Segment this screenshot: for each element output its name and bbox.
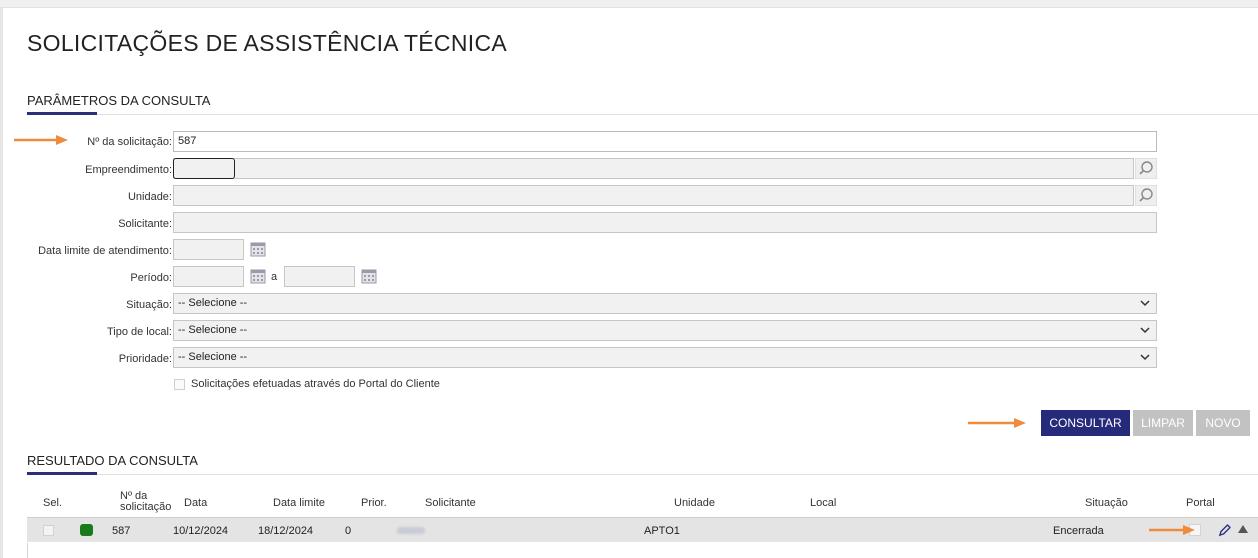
cell-numero: 587 bbox=[112, 525, 131, 537]
empreendimento-label: Empreendimento: bbox=[85, 164, 172, 176]
col-local: Local bbox=[810, 497, 837, 509]
solicitante-input[interactable] bbox=[173, 212, 1157, 233]
unidade-search-icon[interactable] bbox=[1135, 185, 1157, 206]
annotation-arrow-icon bbox=[1149, 525, 1195, 535]
table-body-area bbox=[27, 543, 1258, 558]
empreendimento-input[interactable] bbox=[173, 158, 1134, 179]
data-limite-label: Data limite de atendimento: bbox=[38, 245, 172, 257]
row-select-checkbox[interactable] bbox=[43, 525, 54, 536]
periodo-fim-calendar-icon[interactable] bbox=[359, 266, 379, 286]
portal-cliente-checkbox[interactable] bbox=[174, 379, 185, 390]
consultar-button[interactable]: CONSULTAR bbox=[1041, 410, 1130, 436]
solicitante-label: Solicitante: bbox=[118, 218, 172, 230]
periodo-label: Período: bbox=[130, 272, 172, 284]
empreendimento-search-icon[interactable] bbox=[1135, 158, 1157, 179]
chevron-down-icon bbox=[1140, 300, 1150, 307]
cell-situacao: Encerrada bbox=[1053, 525, 1104, 537]
cell-data-limite: 18/12/2024 bbox=[258, 525, 314, 537]
table-row[interactable]: 587 10/12/2024 18/12/2024 0 APTO1 Encerr… bbox=[27, 517, 1258, 542]
col-prior: Prior. bbox=[361, 497, 387, 509]
annotation-arrow-icon bbox=[968, 418, 1026, 428]
col-data: Data bbox=[184, 497, 208, 509]
situacao-select-value: -- Selecione -- bbox=[178, 297, 248, 309]
chevron-down-icon bbox=[1140, 327, 1150, 334]
status-indicator-icon bbox=[80, 524, 93, 536]
prioridade-label: Prioridade: bbox=[118, 353, 172, 365]
cell-unidade: APTO1 bbox=[644, 525, 680, 537]
situacao-label: Situação: bbox=[126, 299, 172, 311]
tipo-local-label: Tipo de local: bbox=[106, 326, 172, 338]
col-portal: Portal bbox=[1186, 497, 1215, 509]
col-unidade: Unidade bbox=[674, 497, 715, 509]
prioridade-select-value: -- Selecione -- bbox=[178, 351, 248, 363]
params-section-underline bbox=[27, 112, 97, 115]
periodo-inicio-input[interactable] bbox=[173, 266, 244, 287]
portal-cliente-checkbox-label: Solicitações efetuadas através do Portal… bbox=[191, 378, 440, 390]
prioridade-select[interactable]: -- Selecione -- bbox=[173, 347, 1157, 368]
cell-prioridade: 0 bbox=[345, 525, 352, 537]
cell-solicitante-redacted bbox=[397, 527, 425, 534]
data-limite-input[interactable] bbox=[173, 239, 244, 260]
cell-data: 10/12/2024 bbox=[173, 525, 229, 537]
chevron-down-icon bbox=[1140, 354, 1150, 361]
unidade-label: Unidade: bbox=[127, 191, 172, 203]
tipo-local-select-value: -- Selecione -- bbox=[178, 324, 248, 336]
col-numero-line2: solicitação bbox=[120, 501, 172, 513]
params-section-rule bbox=[27, 114, 1258, 115]
results-section-title: RESULTADO DA CONSULTA bbox=[27, 453, 198, 468]
col-sel: Sel. bbox=[43, 497, 62, 509]
results-section-rule bbox=[27, 474, 1258, 475]
situacao-select[interactable]: -- Selecione -- bbox=[173, 293, 1157, 314]
tipo-local-select[interactable]: -- Selecione -- bbox=[173, 320, 1157, 341]
numero-label: Nº da solicitação: bbox=[87, 136, 172, 148]
periodo-separator: a bbox=[271, 271, 278, 283]
unidade-input[interactable] bbox=[173, 185, 1134, 206]
col-data-limite: Data limite bbox=[273, 497, 325, 509]
col-situacao: Situação bbox=[1085, 497, 1128, 509]
novo-button[interactable]: NOVO bbox=[1196, 410, 1250, 436]
empreendimento-code-input[interactable] bbox=[173, 158, 235, 179]
limpar-button[interactable]: LIMPAR bbox=[1133, 410, 1193, 436]
top-bar bbox=[0, 0, 1258, 8]
data-limite-calendar-icon[interactable] bbox=[248, 239, 268, 259]
params-section-title: PARÂMETROS DA CONSULTA bbox=[27, 93, 211, 108]
scroll-up-icon[interactable] bbox=[1238, 525, 1248, 533]
periodo-inicio-calendar-icon[interactable] bbox=[248, 266, 268, 286]
results-section-underline bbox=[27, 472, 97, 475]
col-solicitante: Solicitante bbox=[425, 497, 476, 509]
numero-input[interactable]: 587 bbox=[173, 131, 1157, 152]
page-title: SOLICITAÇÕES DE ASSISTÊNCIA TÉCNICA bbox=[27, 30, 507, 56]
edit-pencil-icon[interactable] bbox=[1217, 523, 1232, 538]
periodo-fim-input[interactable] bbox=[284, 266, 355, 287]
